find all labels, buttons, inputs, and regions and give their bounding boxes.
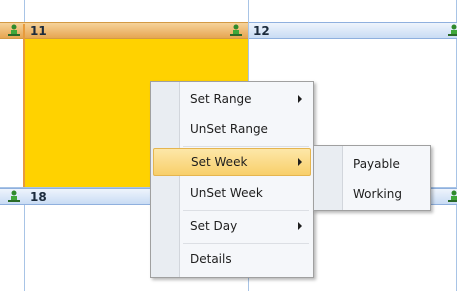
menu-separator [183,243,309,244]
day-number: 11 [30,24,47,38]
day-header-11[interactable]: 11 [0,22,248,39]
submenu-arrow-icon [298,158,302,166]
person-at-desk-icon [448,24,457,36]
menu-item-unset-range[interactable]: UnSet Range [153,115,311,143]
menu-item-label: Set Day [190,219,238,233]
set-week-submenu: Payable Working [313,145,431,211]
menu-item-label: Payable [353,157,400,171]
context-menu: Set Range UnSet Range Set Week UnSet Wee… [150,81,314,278]
submenu-arrow-icon [298,222,302,230]
menu-item-label: UnSet Week [190,186,263,200]
person-at-desk-icon [230,24,242,36]
submenu-item-payable[interactable]: Payable [316,150,428,178]
submenu-arrow-icon [298,95,302,103]
menu-separator [183,210,309,211]
menu-separator [183,146,309,147]
menu-item-set-week[interactable]: Set Week [153,148,311,176]
menu-item-label: Set Range [190,92,252,106]
person-at-desk-icon [448,190,457,202]
selection-edge [23,24,25,187]
day-number: 18 [30,190,47,204]
menu-item-label: Details [190,252,232,266]
menu-item-unset-week[interactable]: UnSet Week [153,179,311,207]
menu-item-set-day[interactable]: Set Day [153,212,311,240]
person-at-desk-icon [8,24,20,36]
menu-item-label: Set Week [191,155,248,169]
person-at-desk-icon [8,190,20,202]
day-number: 12 [253,24,270,38]
menu-item-label: Working [353,187,402,201]
menu-item-set-range[interactable]: Set Range [153,85,311,113]
submenu-item-working[interactable]: Working [316,180,428,208]
menu-item-label: UnSet Range [190,122,268,136]
day-header-12[interactable]: 12 [249,22,457,39]
menu-item-details[interactable]: Details [153,245,311,273]
